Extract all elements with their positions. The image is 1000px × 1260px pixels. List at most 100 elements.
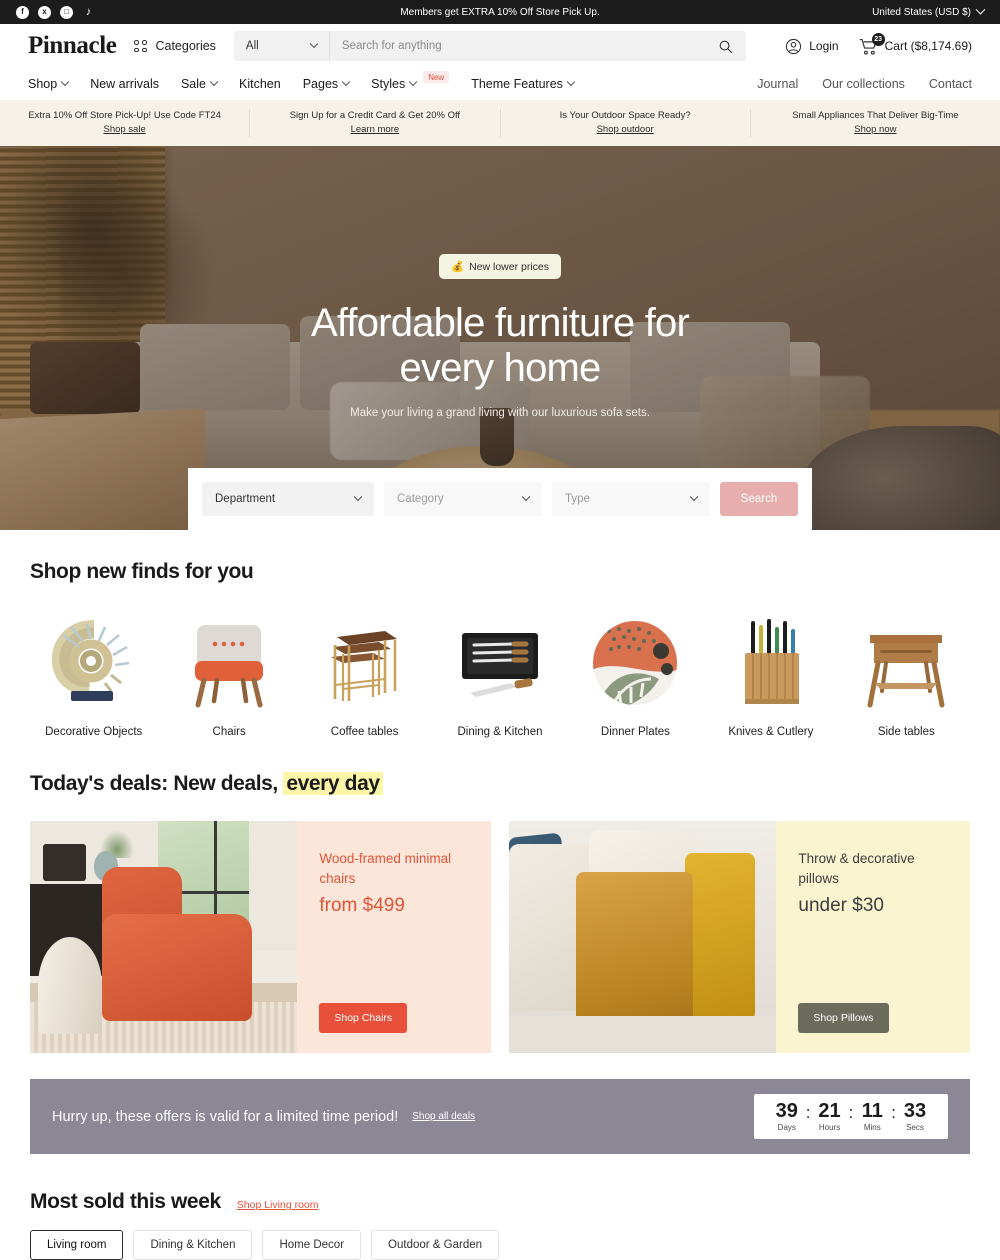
shop-chairs-button[interactable]: Shop Chairs [319,1003,408,1033]
hero-search-button[interactable]: Search [720,482,798,516]
nav-label: Kitchen [239,77,281,91]
countdown-value: 11 [861,1100,883,1122]
category-card-decorative-objects[interactable]: Decorative Objects [30,614,157,738]
instagram-icon[interactable]: □ [60,5,73,19]
nav-label: Theme Features [471,77,563,91]
nav-item-kitchen[interactable]: Kitchen [239,77,281,91]
chevron-down-icon [521,492,531,502]
search-submit-button[interactable] [705,39,746,54]
orange-accent-chair-room-image [30,821,298,1053]
promo-text: Small Appliances That Deliver Big-Time [792,110,959,122]
login-button[interactable]: Login [785,38,839,55]
locale-selector[interactable]: United States (USD $) [872,4,986,18]
hero-headline-line2: every home [399,345,602,390]
x-icon[interactable]: x [38,5,51,19]
category-card-knives-cutlery[interactable]: Knives & Cutlery [707,614,834,738]
promo-strip: Extra 10% Off Store Pick-Up! Use Code FT… [0,100,1000,146]
nav-item-our-collections[interactable]: Our collections [822,77,905,91]
nav-label: Shop [28,77,58,91]
department-value: Department [215,493,276,505]
category-label: Chairs [212,726,246,738]
shop-all-deals-link[interactable]: Shop all deals [412,1111,475,1122]
categories-label: Categories [155,39,216,53]
deals-title: Today's deals: New deals, every day [30,772,970,796]
countdown-value: 33 [903,1100,927,1122]
new-finds-title: Shop new finds for you [30,560,254,583]
countdown-label: Mins [863,1123,881,1132]
hero-product-finder: Department Category Type Search [188,468,812,530]
deal-card-pillows[interactable]: Throw & decorative pillows under $30 Sho… [509,821,970,1053]
login-label: Login [809,39,839,53]
promo-link[interactable]: Shop now [854,124,896,135]
social-links: f x □ ♪ [16,5,95,19]
nav-item-theme-features[interactable]: Theme Features [471,77,576,91]
most-sold-section: Most sold this week Shop Living room Liv… [0,1190,1000,1260]
gold-throw-pillows-image [509,821,777,1053]
promo-link[interactable]: Shop outdoor [597,124,654,135]
most-sold-tabs: Living room Dining & Kitchen Home Decor … [30,1230,970,1260]
deals-grid: Wood-framed minimal chairs from $499 Sho… [30,821,970,1053]
most-sold-title: Most sold this week [30,1190,221,1213]
category-card-coffee-tables[interactable]: Coffee tables [301,614,428,738]
secondary-navigation: Journal Our collections Contact [757,77,972,91]
knife-block-icon [707,614,834,712]
nav-item-contact[interactable]: Contact [929,77,972,91]
grid-dots-icon [134,40,147,52]
nesting-coffee-tables-icon [301,614,428,712]
category-card-dining-kitchen[interactable]: Dining & Kitchen [436,614,563,738]
category-card-side-tables[interactable]: Side tables [843,614,970,738]
countdown-label: Secs [906,1123,924,1132]
hero-content: 💰 New lower prices Affordable furniture … [0,146,1000,419]
tab-outdoor-garden[interactable]: Outdoor & Garden [371,1230,500,1260]
type-select[interactable]: Type [552,482,710,516]
nav-item-styles[interactable]: Styles New [371,71,450,91]
instagram-glyph: □ [64,7,69,16]
brand-logo[interactable]: Pinnacle [28,32,117,60]
type-value: Type [565,493,590,505]
nav-item-new-arrivals[interactable]: New arrivals [90,77,159,91]
tab-living-room[interactable]: Living room [30,1230,124,1260]
nav-label: Pages [302,77,339,91]
search-scope-select[interactable]: All [234,31,330,61]
chevron-down-icon [566,77,576,87]
facebook-icon[interactable]: f [16,5,29,19]
nav-item-sale[interactable]: Sale [181,77,219,91]
countdown-label: Days [777,1123,796,1132]
chevron-down-icon [309,39,319,49]
members-promo-message: Members get EXTRA 10% Off Store Pick Up. [400,6,600,18]
countdown-unit-days: 39 Days [770,1101,804,1133]
shop-living-room-link[interactable]: Shop Living room [237,1199,319,1211]
countdown-unit-secs: 33 Secs [898,1100,932,1133]
ammonite-shell-sculpture-icon [30,614,157,712]
categories-button[interactable]: Categories [134,39,216,53]
new-badge: New [423,71,450,83]
department-select[interactable]: Department [202,482,374,516]
nav-item-journal[interactable]: Journal [757,77,798,91]
cart-label: Cart ($8,174.69) [884,39,972,53]
promo-link[interactable]: Shop sale [103,124,145,135]
promo-link[interactable]: Learn more [351,124,400,135]
tab-dining-kitchen[interactable]: Dining & Kitchen [133,1230,253,1260]
category-card-chairs[interactable]: Chairs [165,614,292,738]
hero-headline: Affordable furniture for every home [0,301,1000,391]
cart-button[interactable]: 23 Cart ($8,174.69) [859,32,972,55]
countdown-label: Hours [818,1123,841,1132]
deal-info: Throw & decorative pillows under $30 Sho… [776,821,970,1053]
countdown-separator: : [848,1103,854,1122]
new-finds-grid: Decorative Objects Chairs Coffee tables … [30,614,970,738]
deal-card-chairs[interactable]: Wood-framed minimal chairs from $499 Sho… [30,821,491,1053]
category-card-dinner-plates[interactable]: Dinner Plates [572,614,699,738]
deal-title: Wood-framed minimal chairs [319,851,452,886]
promo-cell-3: Is Your Outdoor Space Ready? Shop outdoo… [501,109,751,137]
promo-text: Extra 10% Off Store Pick-Up! Use Code FT… [28,110,221,122]
main-navigation: Shop New arrivals Sale Kitchen Pages Sty… [0,68,1000,100]
shop-pillows-button[interactable]: Shop Pillows [798,1003,889,1033]
promo-cell-1: Extra 10% Off Store Pick-Up! Use Code FT… [0,109,251,137]
search-input[interactable] [329,40,705,52]
category-select[interactable]: Category [384,482,542,516]
promo-cell-2: Sign Up for a Credit Card & Get 20% Off … [250,109,501,137]
nav-item-shop[interactable]: Shop [28,77,70,91]
nav-item-pages[interactable]: Pages [302,77,351,91]
tab-home-decor[interactable]: Home Decor [262,1230,362,1260]
tiktok-icon[interactable]: ♪ [82,6,95,19]
